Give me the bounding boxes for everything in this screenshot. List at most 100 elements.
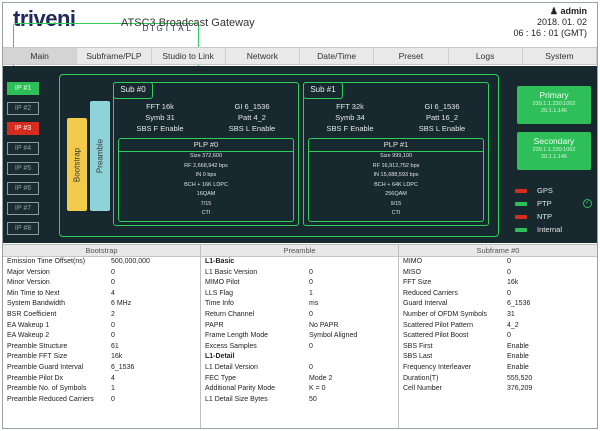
subframe-0-row-1: FFT 16k GI 6_1536 <box>114 102 298 111</box>
subframe-row-value: Enable <box>507 342 529 350</box>
bootstrap-row-label: Preamble No. of Symbols <box>7 385 87 393</box>
output-secondary[interactable]: Secondary 239.1.1.230:1002 20.1.1.146 <box>517 132 591 170</box>
subframe-1-sbs-last: SBS L Enable <box>418 124 466 133</box>
bootstrap-row: Preamble Pilot Dx 4 <box>3 374 200 385</box>
ip-input-8[interactable]: IP #8 <box>7 222 39 235</box>
plp-0-rf-rate: RF 2,668,942 bps <box>184 162 228 169</box>
output-primary[interactable]: Primary 239.1.1.230:1002 20.1.1.146 <box>517 86 591 124</box>
bootstrap-row-label: Preamble Guard Interval <box>7 363 84 371</box>
bootstrap-row-value: 6 MHz <box>111 300 132 308</box>
subframe-1-label: Sub #1 <box>303 82 343 99</box>
subframe-row-label: SBS Last <box>403 353 433 361</box>
bootstrap-row: System Bandwidth 6 MHz <box>3 299 200 310</box>
tab-subframe-plp[interactable]: Subframe/PLP <box>77 48 152 64</box>
ip-input-4[interactable]: IP #4 <box>7 142 39 155</box>
subframe-row: SBS Last Enable <box>399 352 597 363</box>
ip-input-2[interactable]: IP #2 <box>7 102 39 115</box>
bootstrap-block[interactable]: Bootstrap <box>67 118 87 211</box>
ip-input-6[interactable]: IP #6 <box>7 182 39 195</box>
output-primary-source: 20.1.1.146 <box>541 108 567 114</box>
output-secondary-source: 20.1.1.146 <box>541 154 567 160</box>
preamble-row: FEC Type Mode 2 <box>201 374 398 385</box>
tab-date-time[interactable]: Date/Time <box>300 48 375 64</box>
status-ntp: NTP <box>515 212 552 221</box>
ip-input-5[interactable]: IP #5 <box>7 162 39 175</box>
tab-logs[interactable]: Logs <box>449 48 523 64</box>
subframe-1-fft: FFT 32k <box>336 102 364 111</box>
preamble-row-value: 1 <box>309 289 313 297</box>
tab-studio-to-link[interactable]: Studio to Link <box>152 48 226 64</box>
subframe-row-label: Frequency Interleaver <box>403 363 472 371</box>
bootstrap-row-label: Preamble FFT Size <box>7 353 68 361</box>
preamble-label: Preamble <box>95 138 105 174</box>
tab-network[interactable]: Network <box>226 48 300 64</box>
bootstrap-row: Major Version 0 <box>3 268 200 279</box>
subframe-row: Guard Interval 6_1536 <box>399 299 597 310</box>
subframe-0-block[interactable]: Sub #0 FFT 16k GI 6_1536 Symb 31 Patt 4_… <box>113 82 299 226</box>
preamble-row: LLS Flag 1 <box>201 289 398 300</box>
plp-1-label: PLP #1 <box>309 139 483 152</box>
subframe-1-block[interactable]: Sub #1 FFT 32k GI 6_1536 Symb 34 Patt 16… <box>303 82 489 226</box>
subframe-row: Number of OFDM Symbols 31 <box>399 310 597 321</box>
preamble-row: L1-Detail <box>201 352 398 363</box>
subframe-row: SBS First Enable <box>399 342 597 353</box>
tab-preset[interactable]: Preset <box>374 48 449 64</box>
plp-0-size: Size 372,600 <box>189 153 223 159</box>
bootstrap-row: EA Wakeup 2 0 <box>3 331 200 342</box>
preamble-row: L1 Detail Version 0 <box>201 363 398 374</box>
bootstrap-row-value: 4 <box>111 374 115 382</box>
plp-1-block[interactable]: PLP #1 Size 999,100 RF 16,912,752 bps IN… <box>308 138 484 222</box>
status-gps-label: GPS <box>537 186 553 195</box>
preamble-row-label: Additional Parity Mode <box>205 385 276 393</box>
preamble-row-value: K = 0 <box>309 385 326 393</box>
subframe-row-label: Number of OFDM Symbols <box>403 310 488 318</box>
bootstrap-row: Preamble Structure 61 <box>3 342 200 353</box>
preamble-row-label: MIMO Pilot <box>205 279 240 287</box>
subframe-0-row-2: Symb 31 Patt 4_2 <box>114 113 298 122</box>
tab-main[interactable]: Main <box>3 48 78 64</box>
subframe-0-fft: FFT 16k <box>146 102 174 111</box>
subframe-row-value: 376,209 <box>507 385 533 393</box>
preamble-row-value: 0 <box>309 342 313 350</box>
plp-0-label: PLP #0 <box>119 139 293 152</box>
preamble-panel: Preamble L1-Basic L1 Basic Version 0 MIMO P… <box>201 245 399 428</box>
tab-system[interactable]: System <box>523 48 597 64</box>
subframe-panel: Subframe #0 MIMO 0 MISO 0 FFT Size 16k Reduced… <box>399 245 597 428</box>
subframe-row-label: Reduced Carriers <box>403 289 458 297</box>
current-date: 2018. 01. 02 <box>536 17 587 27</box>
ip-input-7[interactable]: IP #7 <box>7 202 39 215</box>
plp-0-block[interactable]: PLP #0 Size 372,600 RF 2,668,942 bps IN … <box>118 138 294 222</box>
status-internal: Internal <box>515 225 562 234</box>
sync-check-icon: ✓ <box>583 199 592 208</box>
info-tables: Bootstrap Emission Time Offset(ns) 500,00… <box>3 244 597 428</box>
preamble-row-value: 0 <box>309 363 313 371</box>
subframe-row-value: 0 <box>507 258 511 265</box>
preamble-row: Frame Length Mode Symbol Aligned <box>201 331 398 342</box>
user-menu[interactable]: ♟ admin <box>513 6 587 17</box>
bootstrap-row-value: 0 <box>111 395 115 403</box>
subframe-row: MISO 0 <box>399 268 597 279</box>
ip-input-3[interactable]: IP #3 <box>7 122 39 135</box>
subframe-0-sbs-first: SBS F Enable <box>136 124 184 133</box>
bootstrap-row-label: Preamble Pilot Dx <box>7 374 64 382</box>
preamble-block[interactable]: Preamble <box>90 101 110 211</box>
preamble-row: L1 Basic Version 0 <box>201 268 398 279</box>
bootstrap-row-label: Min Time to Next <box>7 289 60 297</box>
status-ptp: PTP <box>515 199 552 208</box>
preamble-row: Excess Samples 0 <box>201 342 398 353</box>
preamble-panel-title: Preamble <box>201 245 398 257</box>
plp-1-interleaver: CTI <box>391 210 401 216</box>
subframe-row-label: Duration(T) <box>403 374 439 382</box>
bootstrap-row-value: 4 <box>111 289 115 297</box>
subframe-1-symb: Symb 34 <box>335 113 365 122</box>
subframe-1-row-1: FFT 32k GI 6_1536 <box>304 102 488 111</box>
preamble-row-label: Frame Length Mode <box>205 332 269 340</box>
bootstrap-row-label: EA Wakeup 1 <box>7 321 50 329</box>
ip-input-1[interactable]: IP #1 <box>7 82 39 95</box>
bootstrap-row-label: Major Version <box>7 268 50 276</box>
bootstrap-row-value: 6_1536 <box>111 363 135 371</box>
plp-0-modulation: 16QAM <box>196 191 216 197</box>
status-ptp-indicator <box>515 201 527 206</box>
subframe-row-value: 0 <box>507 289 511 297</box>
plp-1-fec: BCH + 64K LDPC <box>374 181 418 188</box>
